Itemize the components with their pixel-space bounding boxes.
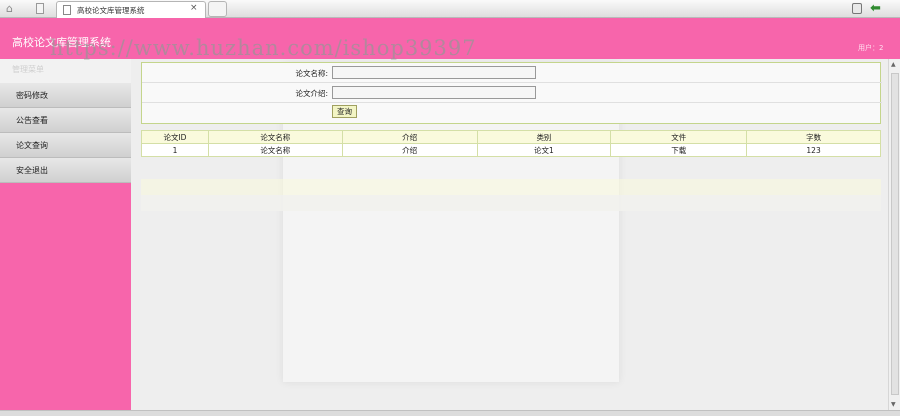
document-icon	[63, 5, 71, 15]
paper-name-input[interactable]	[332, 66, 536, 79]
vertical-scrollbar[interactable]: ▲ ▼	[888, 59, 900, 410]
page-icon[interactable]	[36, 3, 44, 14]
browser-tab[interactable]: 高校论文库管理系统 ×	[56, 1, 206, 18]
results-table: 论文ID 论文名称 介绍 类别 文件 字数 1 论文名称 介绍 论文1 下载 1…	[141, 130, 881, 157]
column-header: 文件	[610, 130, 748, 144]
sidebar-title: 管理菜单	[0, 59, 131, 83]
sidebar-item-logout[interactable]: 安全退出	[0, 158, 131, 183]
query-button[interactable]: 查询	[332, 105, 357, 118]
search-row-name: 论文名称:	[142, 63, 882, 83]
table-header-row: 论文ID 论文名称 介绍 类别 文件 字数	[141, 130, 881, 144]
download-link[interactable]: 下载	[610, 143, 748, 157]
screenshot-icon[interactable]	[852, 3, 862, 14]
search-row-intro: 论文介绍:	[142, 83, 882, 103]
search-form: 论文名称: 论文介绍: 查询	[141, 62, 882, 124]
column-header: 字数	[746, 130, 881, 144]
app-title: 高校论文库管理系统	[12, 36, 111, 49]
main-content: 论文名称: 论文介绍: 查询 论文ID 论文名称 介绍 类别 文件 字数 1 论…	[131, 59, 888, 410]
paper-intro-label: 论文介绍:	[295, 89, 328, 98]
sidebar-item-announcements[interactable]: 公告查看	[0, 108, 131, 133]
column-header: 论文名称	[207, 130, 343, 144]
back-arrow-icon[interactable]: ⬅	[870, 1, 881, 16]
new-tab-button[interactable]	[208, 1, 227, 17]
tab-title: 高校论文库管理系统	[77, 6, 145, 15]
sidebar-item-change-password[interactable]: 密码修改	[0, 83, 131, 108]
close-icon[interactable]: ×	[190, 3, 198, 13]
paper-intro-input[interactable]	[332, 86, 536, 99]
cell-intro: 介绍	[341, 143, 478, 157]
faded-rows	[141, 179, 881, 211]
status-bar	[0, 410, 900, 416]
sidebar: 管理菜单 密码修改 公告查看 论文查询 安全退出	[0, 59, 131, 410]
cell-id: 1	[141, 143, 209, 157]
scroll-thumb[interactable]	[891, 73, 899, 395]
app-header: 高校论文库管理系统 用户：2	[0, 18, 900, 59]
column-header: 论文ID	[141, 130, 209, 144]
column-header: 介绍	[341, 130, 478, 144]
cell-word-count: 123	[746, 143, 881, 157]
paper-name-label: 论文名称:	[295, 69, 328, 78]
home-icon[interactable]: ⌂	[6, 3, 20, 15]
user-info: 用户：2	[858, 44, 884, 52]
cell-category: 论文1	[476, 143, 612, 157]
table-row: 1 论文名称 介绍 论文1 下载 123	[141, 143, 881, 157]
scroll-up-icon[interactable]: ▲	[891, 61, 896, 68]
cell-name: 论文名称	[207, 143, 343, 157]
scroll-down-icon[interactable]: ▼	[891, 401, 896, 408]
browser-toolbar: ⌂ 高校论文库管理系统 × ⬅	[0, 0, 900, 18]
sidebar-item-paper-search[interactable]: 论文查询	[0, 133, 131, 158]
column-header: 类别	[476, 130, 612, 144]
